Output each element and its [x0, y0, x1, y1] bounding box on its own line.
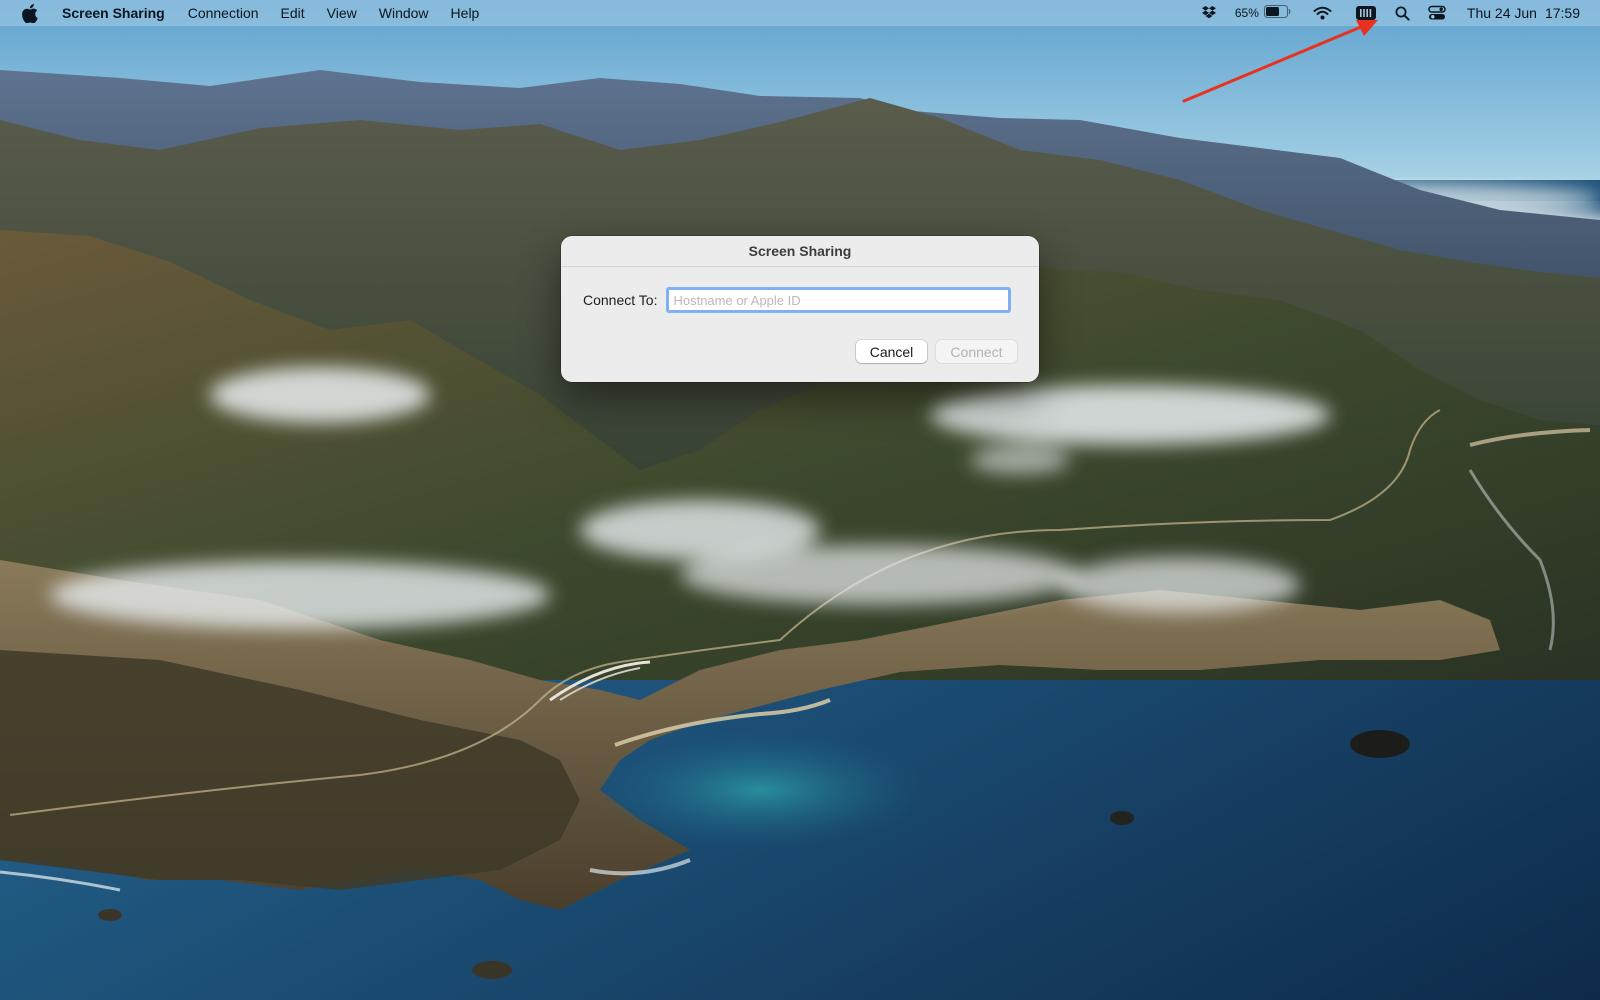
menu-window[interactable]: Window — [368, 0, 440, 26]
menu-edit[interactable]: Edit — [270, 0, 316, 26]
cancel-button[interactable]: Cancel — [856, 340, 927, 363]
clock-time: 17:59 — [1544, 5, 1580, 21]
clock-date: Thu 24 Jun — [1466, 5, 1537, 21]
control-center-icon[interactable] — [1419, 0, 1455, 26]
battery-percentage: 65% — [1234, 6, 1259, 20]
dropbox-icon[interactable] — [1192, 0, 1226, 26]
menu-extra-icon[interactable] — [1346, 0, 1386, 26]
menu-connection[interactable]: Connection — [177, 0, 270, 26]
battery-icon — [1263, 5, 1291, 21]
menu-bar-clock[interactable]: Thu 24 Jun 17:59 — [1455, 0, 1580, 26]
menu-help[interactable]: Help — [440, 0, 491, 26]
menu-view[interactable]: View — [316, 0, 368, 26]
menu-bar: Screen Sharing Connection Edit View Wind… — [0, 0, 1600, 26]
menu-bar-left: Screen Sharing Connection Edit View Wind… — [0, 0, 490, 26]
connect-to-row: Connect To: — [583, 287, 1012, 313]
connect-dialog: Screen Sharing Connect To: Cancel Connec… — [561, 236, 1039, 382]
wifi-icon[interactable] — [1301, 0, 1346, 26]
hostname-input[interactable] — [666, 287, 1012, 313]
battery-status[interactable]: 65% — [1226, 0, 1301, 26]
dialog-buttons: Cancel Connect — [856, 340, 1017, 363]
dialog-title: Screen Sharing — [561, 236, 1039, 267]
desktop-wallpaper — [0, 0, 1600, 1000]
app-menu-screen-sharing[interactable]: Screen Sharing — [62, 0, 177, 26]
menu-bar-status-area: 65% Thu 24 Jun 17:59 — [1192, 0, 1600, 26]
connect-to-label: Connect To: — [583, 292, 658, 308]
connect-button[interactable]: Connect — [936, 340, 1017, 363]
spotlight-search-icon[interactable] — [1386, 0, 1419, 26]
apple-logo-icon[interactable] — [22, 3, 40, 23]
